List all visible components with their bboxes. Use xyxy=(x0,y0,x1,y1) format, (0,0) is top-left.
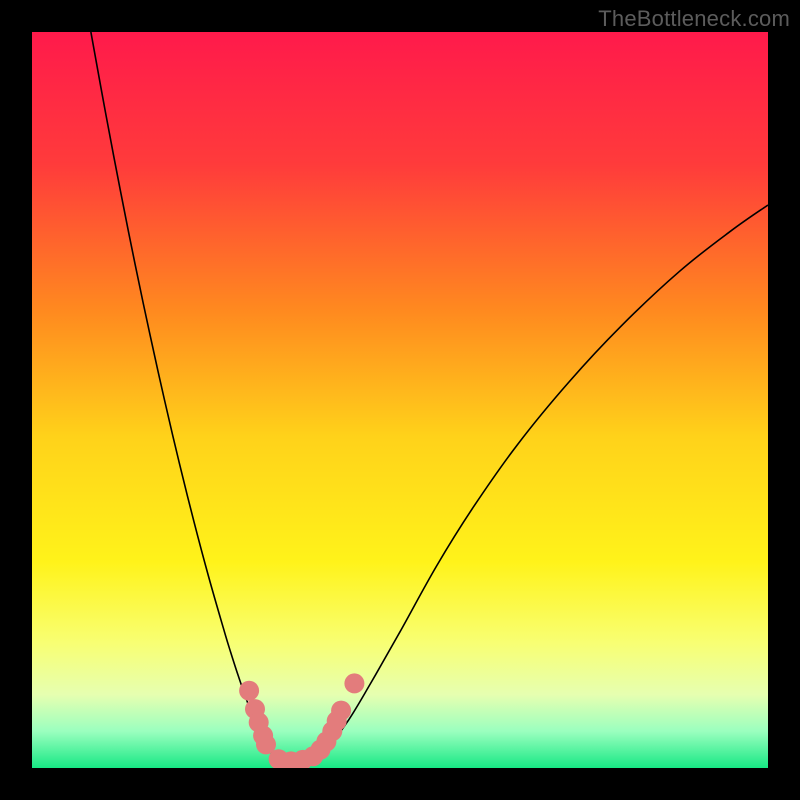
dot xyxy=(344,673,364,693)
dot xyxy=(331,701,351,721)
gradient-background xyxy=(32,32,768,768)
plot-area xyxy=(32,32,768,768)
chart-frame: TheBottleneck.com xyxy=(0,0,800,800)
watermark-text: TheBottleneck.com xyxy=(598,6,790,32)
dot xyxy=(239,681,259,701)
chart-svg xyxy=(32,32,768,768)
